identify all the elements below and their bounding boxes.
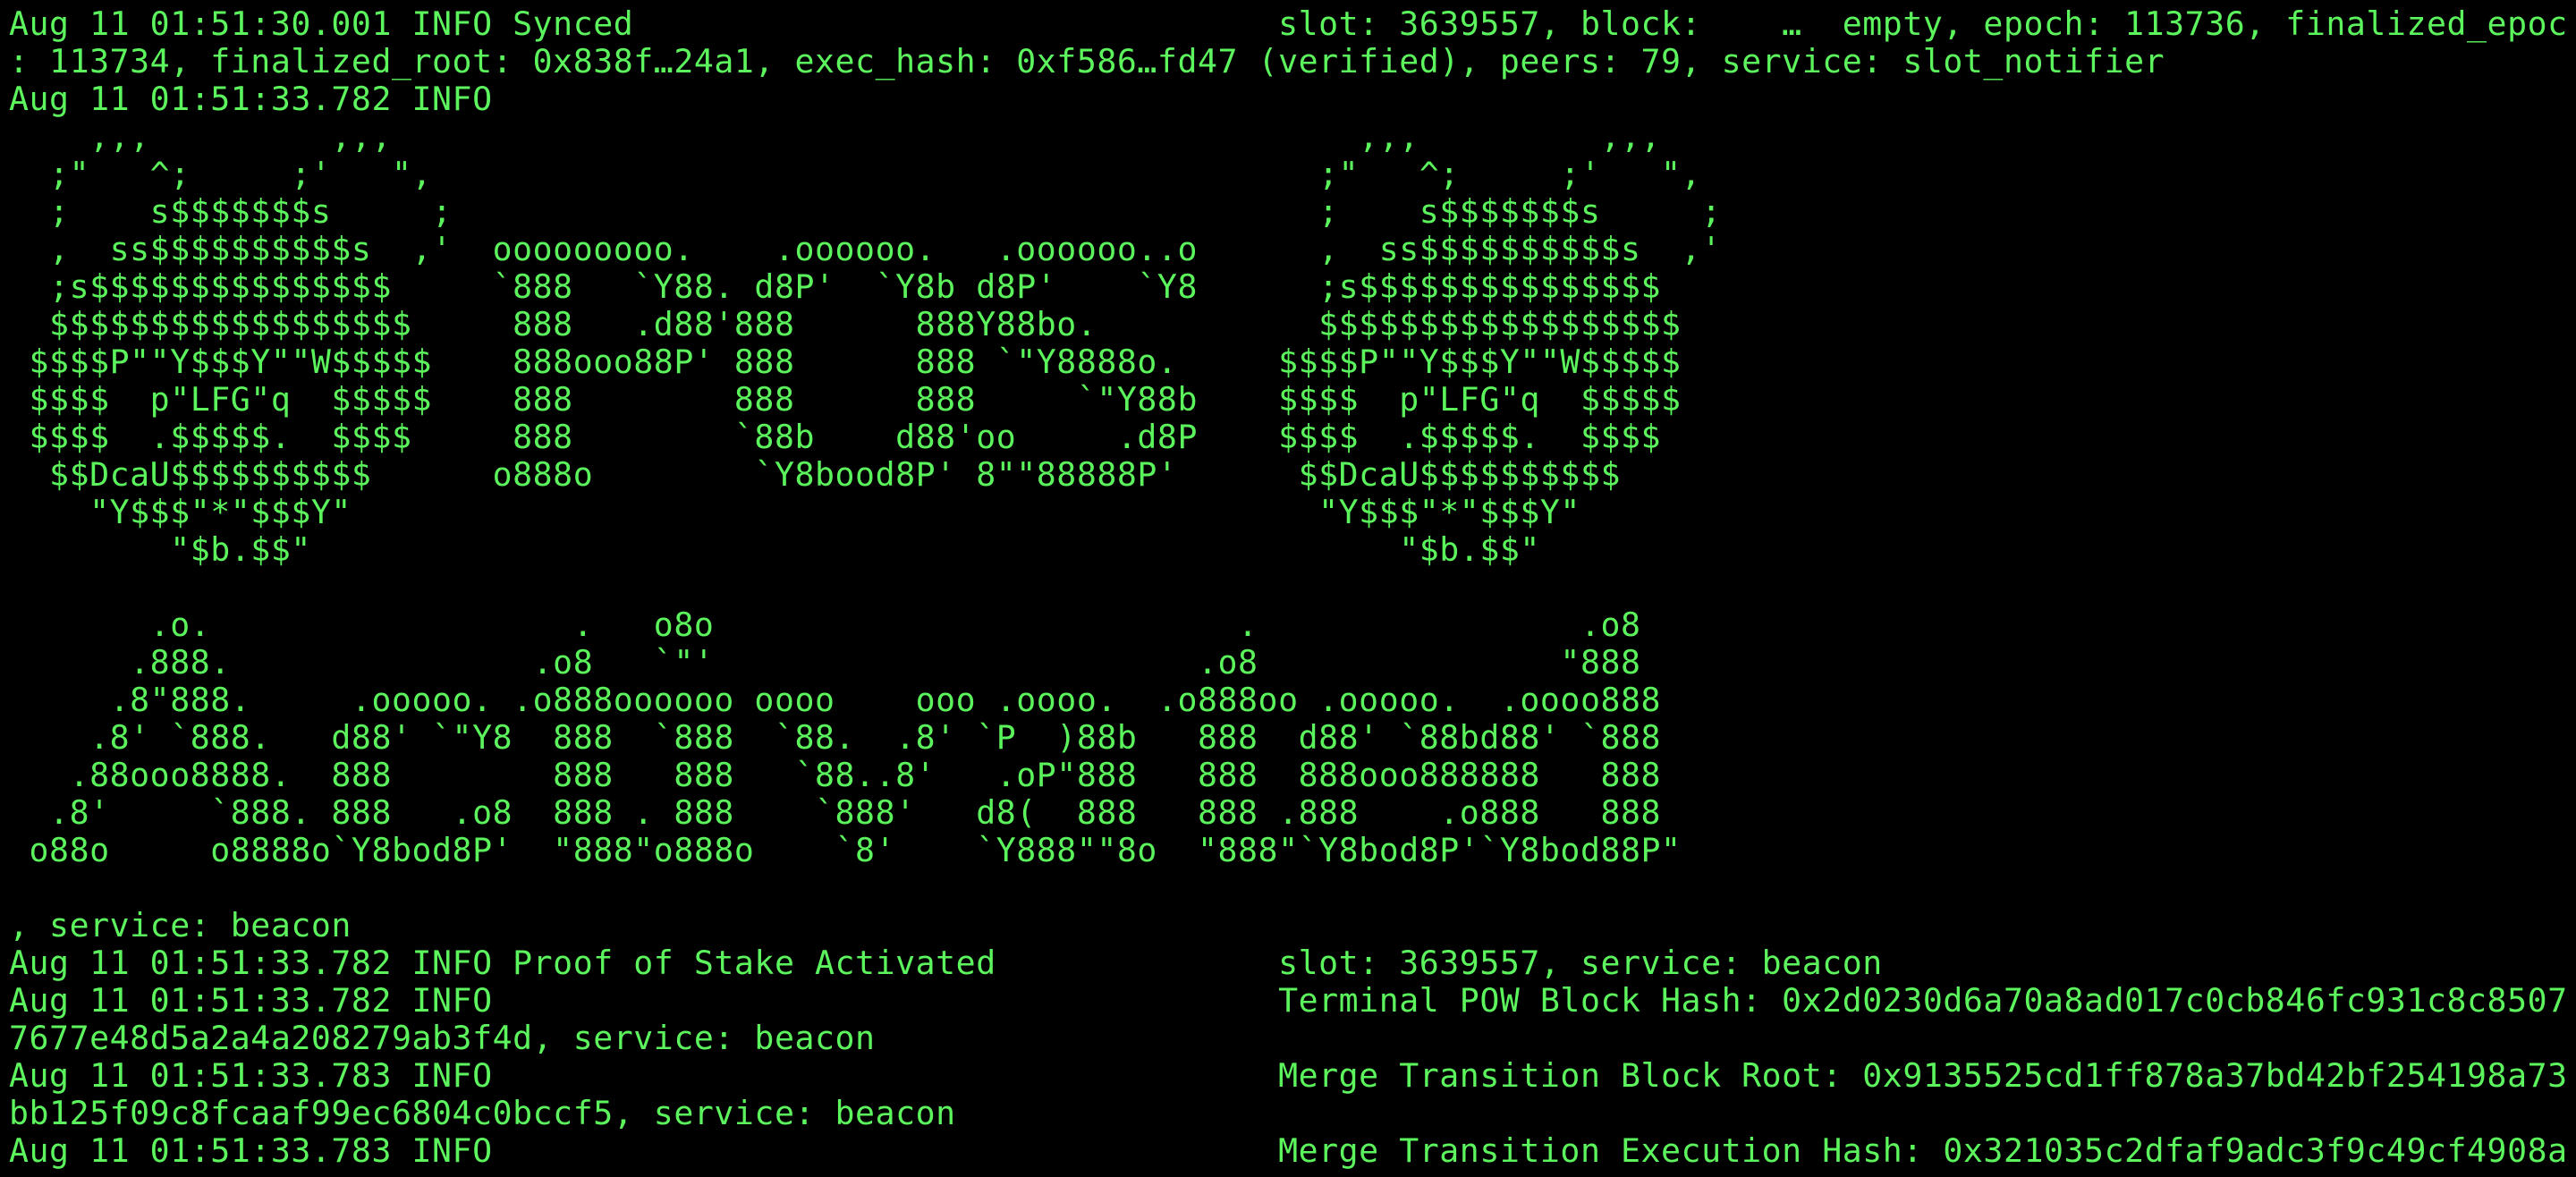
log-line: Aug 11 01:51:33.782 INFO Terminal POW Bl… bbox=[9, 981, 2567, 1020]
ascii-art-line: .8"888. .ooooo. .o888oooooo oooo ooo .oo… bbox=[9, 681, 1662, 719]
log-line: Aug 11 01:51:33.783 INFO Merge Transitio… bbox=[9, 1131, 2567, 1170]
ascii-art-line: $$$$P""Y$$$Y""W$$$$$ 888ooo88P' 888 888 … bbox=[9, 343, 1682, 381]
ascii-art-line: o88o o8888o`Y8bod8P' "888"o888o `8' `Y88… bbox=[9, 831, 1682, 869]
ascii-art-line: .8' `888. d88' `"Y8 888 `888 `88. .8' `P… bbox=[9, 718, 1662, 757]
ascii-art-line: .88ooo8888. 888 888 888 `88..8' .oP"888 … bbox=[9, 756, 1662, 794]
log-line: Aug 11 01:51:33.783 INFO Merge Transitio… bbox=[9, 1056, 2567, 1095]
ascii-art-line: .888. .o8 `"' .o8 "888 bbox=[9, 643, 1641, 682]
ascii-art-line: .8' `888. 888 .o8 888 . 888 `888' d8( 88… bbox=[9, 793, 1662, 832]
ascii-art-line: ,,, ,,, ,,, ,,, bbox=[9, 117, 1662, 156]
ascii-art-line: , ss$$$$$$$$$$s ,' ooooooooo. .oooooo. .… bbox=[9, 230, 1722, 268]
log-line: : 113734, finalized_root: 0x838f…24a1, e… bbox=[9, 42, 2165, 80]
ascii-art-line: $$$$$$$$$$$$$$$$$$ 888 .d88'888 888Y88bo… bbox=[9, 305, 1682, 343]
log-line: Aug 11 01:51:30.001 INFO Synced slot: 36… bbox=[9, 5, 2567, 43]
ascii-art-line bbox=[9, 569, 2567, 606]
ascii-art-line: .o. . o8o . .o8 bbox=[9, 605, 1641, 644]
ascii-art-line bbox=[9, 869, 2567, 907]
ascii-art-line: $$DcaU$$$$$$$$$$ o888o `Y8bood8P' 8""888… bbox=[9, 455, 1621, 494]
ascii-art-line: $$$$ .$$$$$. $$$$ 888 `88b d88'oo .d8P $… bbox=[9, 418, 1662, 456]
terminal-window[interactable]: Aug 11 01:51:30.001 INFO Synced slot: 36… bbox=[9, 5, 2567, 1177]
ascii-art-line: $$$$ p"LFG"q $$$$$ 888 888 888 `"Y88b $$… bbox=[9, 380, 1682, 419]
log-line: 7677e48d5a2a4a208279ab3f4d, service: bea… bbox=[9, 1019, 876, 1057]
ascii-art-line: "$b.$$" "$b.$$" bbox=[9, 530, 1540, 569]
log-line: bb125f09c8fcaaf99ec6804c0bccf5, service:… bbox=[9, 1094, 956, 1132]
ascii-art-line: ;s$$$$$$$$$$$$$$$ `888 `Y88. d8P' `Y8b d… bbox=[9, 267, 1662, 306]
log-line: , service: beacon bbox=[9, 906, 352, 944]
log-line: Aug 11 01:51:33.782 INFO bbox=[9, 80, 513, 118]
log-line: Aug 11 01:51:33.782 INFO Proof of Stake … bbox=[9, 944, 1883, 982]
ascii-art-line: "Y$$$"*"$$$Y" "Y$$$"*"$$$Y" bbox=[9, 493, 1580, 531]
ascii-art-line: ;" ^; ;' ", ;" ^; ;' ", bbox=[9, 155, 1702, 193]
ascii-art-line: ; s$$$$$$$s ; ; s$$$$$$$s ; bbox=[9, 192, 1722, 231]
